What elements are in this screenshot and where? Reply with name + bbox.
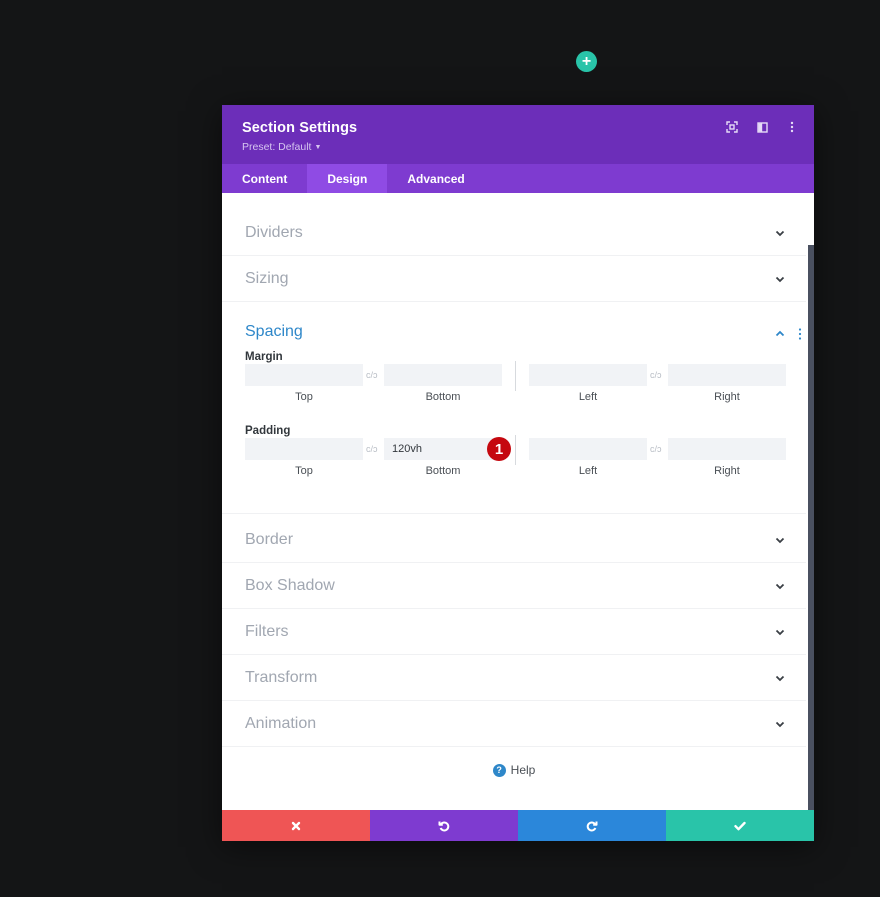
settings-body: Dividers Sizing Spacing Margin c/ɔ c/ɔ T…	[222, 193, 814, 810]
padding-left-label: Left	[578, 465, 598, 477]
padding-top-label: Top	[295, 465, 313, 477]
padding-link-icon[interactable]: c/ɔ	[366, 444, 382, 454]
margin-top-label: Top	[295, 391, 313, 403]
padding-label: Padding	[245, 425, 291, 437]
add-section-button[interactable]: +	[576, 51, 597, 72]
scrollbar[interactable]	[808, 245, 814, 810]
toggle-sizing[interactable]: Sizing	[222, 256, 806, 302]
spacing-section: Spacing Margin c/ɔ c/ɔ Top Bottom Left R…	[222, 311, 806, 514]
spacing-options-icon[interactable]	[797, 327, 803, 341]
chevron-down-icon	[775, 537, 785, 544]
padding-link-icon[interactable]: c/ɔ	[650, 444, 666, 454]
padding-bottom-label: Bottom	[425, 465, 461, 477]
chevron-down-icon	[775, 276, 785, 283]
margin-label: Margin	[245, 351, 283, 363]
toggle-label: Sizing	[245, 269, 289, 287]
chevron-down-icon	[775, 721, 785, 728]
margin-top-input[interactable]	[245, 364, 363, 386]
modal-footer	[222, 810, 814, 841]
chevron-down-icon	[775, 583, 785, 590]
field-divider	[515, 435, 516, 465]
margin-right-label: Right	[714, 391, 740, 403]
margin-left-input[interactable]	[529, 364, 647, 386]
toggle-label: Transform	[245, 668, 318, 686]
margin-link-icon[interactable]: c/ɔ	[366, 370, 382, 380]
chevron-down-icon	[775, 230, 785, 237]
padding-right-input[interactable]	[668, 438, 786, 460]
split-view-icon[interactable]	[754, 119, 770, 135]
caret-down-icon: ▼	[314, 144, 322, 151]
margin-bottom-label: Bottom	[425, 391, 461, 403]
toggle-label: Dividers	[245, 223, 303, 241]
save-button[interactable]	[666, 810, 814, 841]
padding-top-input[interactable]	[245, 438, 363, 460]
tab-content[interactable]: Content	[222, 164, 307, 193]
toggle-box-shadow[interactable]: Box Shadow	[222, 563, 806, 609]
margin-link-icon[interactable]: c/ɔ	[650, 370, 666, 380]
tab-bar: Content Design Advanced	[222, 164, 814, 193]
section-settings-modal: Section Settings Preset: Default ▼ Conte…	[222, 105, 814, 841]
margin-right-input[interactable]	[668, 364, 786, 386]
chevron-up-icon[interactable]	[774, 328, 786, 340]
toggle-label: Animation	[245, 714, 317, 732]
help-link[interactable]: ? Help	[222, 763, 806, 777]
modal-title: Section Settings	[242, 120, 358, 136]
padding-bottom-input[interactable]	[384, 438, 502, 460]
chevron-down-icon	[775, 675, 785, 682]
margin-bottom-input[interactable]	[384, 364, 502, 386]
toggle-label: Box Shadow	[245, 576, 335, 594]
tab-design[interactable]: Design	[307, 164, 388, 193]
check-icon	[734, 821, 746, 830]
toggle-label: Border	[245, 530, 294, 548]
redo-button[interactable]	[518, 810, 666, 841]
padding-left-input[interactable]	[529, 438, 647, 460]
toggle-label: Filters	[245, 622, 289, 640]
spacing-title[interactable]: Spacing	[245, 323, 303, 341]
cancel-button[interactable]	[222, 810, 370, 841]
preset-label: Preset: Default	[242, 141, 312, 153]
toggle-dividers[interactable]: Dividers	[222, 210, 806, 256]
modal-header: Section Settings Preset: Default ▼	[222, 105, 814, 164]
chevron-down-icon	[775, 629, 785, 636]
help-label: Help	[510, 763, 536, 777]
annotation-badge: 1	[487, 437, 511, 461]
margin-left-label: Left	[578, 391, 598, 403]
undo-icon	[438, 821, 450, 831]
undo-button[interactable]	[370, 810, 518, 841]
toggle-animation[interactable]: Animation	[222, 701, 806, 747]
redo-icon	[586, 821, 598, 831]
more-options-icon[interactable]	[784, 119, 800, 135]
toggle-filters[interactable]: Filters	[222, 609, 806, 655]
field-divider	[515, 361, 516, 391]
toggle-transform[interactable]: Transform	[222, 655, 806, 701]
fullscreen-icon[interactable]	[724, 119, 740, 135]
help-icon: ?	[492, 763, 506, 777]
toggle-border[interactable]: Border	[222, 517, 806, 563]
preset-dropdown[interactable]: Preset: Default ▼	[242, 141, 794, 153]
close-icon	[291, 821, 301, 830]
tab-advanced[interactable]: Advanced	[387, 164, 484, 193]
padding-right-label: Right	[714, 465, 740, 477]
